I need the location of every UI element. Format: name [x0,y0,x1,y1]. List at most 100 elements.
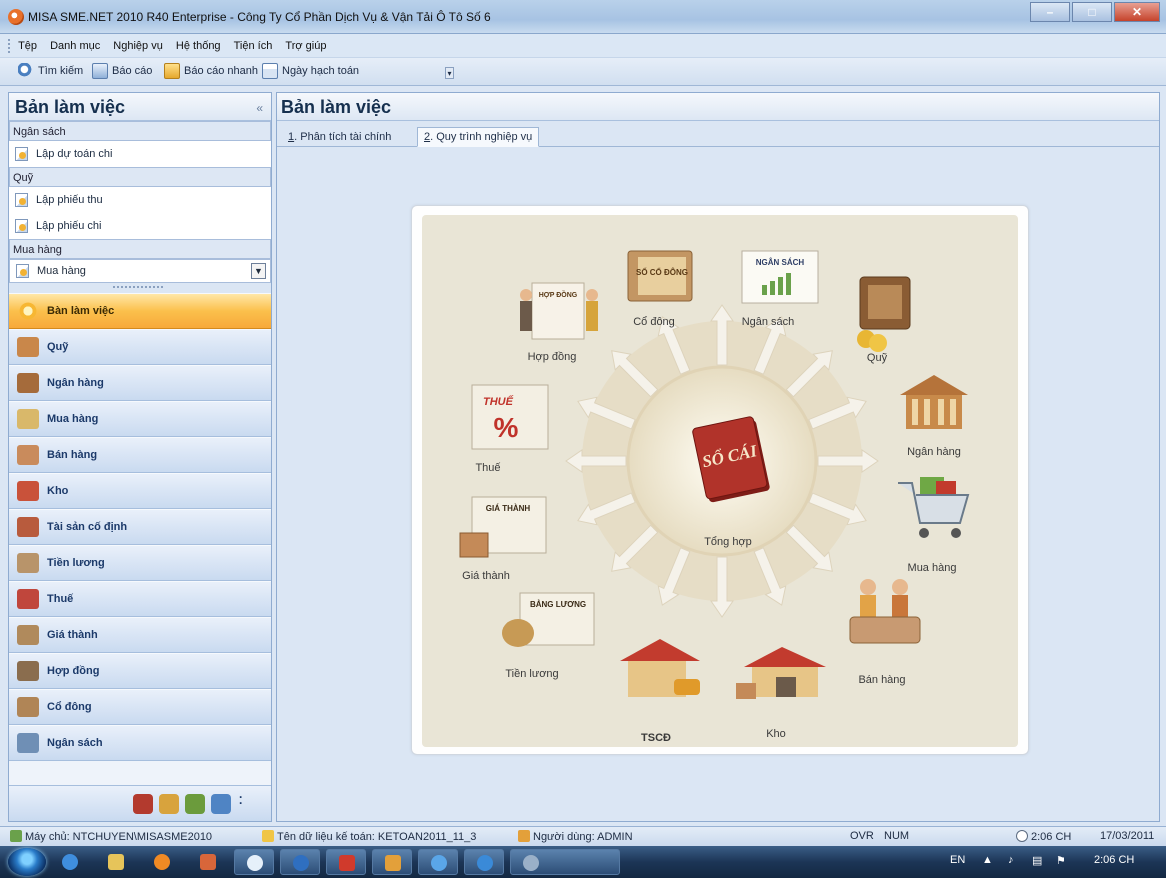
process-diagram-card: SỔ CÁI Tổng hợp SỐ CỔ ĐÔNG Cổ đông NGÂN … [411,205,1029,755]
contract-module-icon[interactable]: HỢP ĐỒNG [520,282,598,340]
start-button[interactable] [8,848,46,876]
module-label-cash: Quỹ [867,352,888,364]
menu-catalog[interactable]: Danh mục [45,34,105,58]
folder-icon [108,854,124,870]
menu-grip[interactable] [8,39,10,54]
taskbar-app-3[interactable] [326,849,366,875]
checklist-icon[interactable] [211,794,231,814]
taskbar-clock[interactable]: 2:06 CH [1094,854,1134,866]
menu-utilities[interactable]: Tiện ích [229,34,278,58]
tax-module-icon[interactable]: THUẾ % [471,384,549,450]
payroll-module-icon[interactable]: BẢNG LƯƠNG [502,592,595,647]
nav-payroll[interactable]: Tiền lương [9,545,271,581]
collapse-panel-icon[interactable]: « [256,101,263,115]
dropdown-arrow-icon[interactable]: ▼ [251,263,266,279]
sun-icon [17,301,39,321]
language-indicator[interactable]: EN [950,854,965,866]
nav-sales[interactable]: Bán hàng [9,437,271,473]
nav-contract[interactable]: Hợp đồng [9,653,271,689]
taskbar-app-6[interactable] [464,849,504,875]
bank-module-icon[interactable] [900,375,968,429]
menu-file[interactable]: Tệp [13,34,42,58]
taskbar: EN ▲ ♪ ▤ ⚑ 2:06 CH [0,846,1166,878]
quick-report-icon [164,63,180,79]
sales-icon [17,445,39,465]
search-icon [18,63,34,79]
menu-help[interactable]: Trợ giúp [280,34,331,58]
taskbar-ie[interactable] [50,849,90,875]
nav-purchase[interactable]: Mua hàng [9,401,271,437]
safe-module-icon[interactable] [857,276,911,352]
nav-desk[interactable]: Bàn làm việc [9,293,271,329]
network-icon[interactable]: ▤ [1032,854,1042,867]
nav-shareholders[interactable]: Cổ đông [9,689,271,725]
app-icon[interactable] [8,9,24,25]
fixed-assets-icon [17,517,39,537]
chart-icon[interactable] [185,794,205,814]
nav-fixed-assets[interactable]: Tài sản cố định [9,509,271,545]
module-label-payroll: Tiền lương [505,668,558,680]
menu-system[interactable]: Hệ thống [171,34,226,58]
report-tool-button[interactable]: Báo cáo [92,63,152,79]
workspace-tabs: 1. Phân tích tài chính 2. Quy trình nghi… [277,123,1159,147]
taskbar-app-1[interactable] [234,849,274,875]
document-icon [15,193,28,207]
maximize-button[interactable]: □ [1072,2,1112,22]
taskbar-misa[interactable] [188,849,228,875]
toolbar-options-icon[interactable]: ▾ [445,67,454,79]
taskbar-media-player[interactable] [142,849,182,875]
chrome-icon [431,855,447,871]
taskbar-app-2[interactable] [280,849,320,875]
taskbar-app-5[interactable] [418,849,458,875]
menu-operations[interactable]: Nghiệp vụ [108,34,168,58]
tray-arrow-icon[interactable]: ▲ [982,854,993,866]
status-date: 17/03/2011 [1100,830,1155,842]
warehouse-module-icon[interactable] [736,647,826,699]
people-icon[interactable] [159,794,179,814]
taskbar-app-4[interactable] [372,849,412,875]
minimize-button[interactable]: – [1030,2,1070,22]
nav-bank[interactable]: Ngân hàng [9,365,271,401]
svg-text:THUẾ: THUẾ [483,395,514,408]
shareholders-module-icon[interactable]: SỐ CỔ ĐÔNG [627,250,693,302]
tab-business-process[interactable]: 2. Quy trình nghiệp vụ [417,127,540,147]
taskbar-app-7[interactable] [510,849,620,875]
tab-financial-analysis[interactable]: 1. Phân tích tài chính [281,127,398,147]
module-label-sales: Bán hàng [858,674,905,686]
posting-date-tool-button[interactable]: Ngày hạch toán [262,63,359,79]
costing-module-icon[interactable]: GIÁ THÀNH [459,496,547,558]
payroll-icon [17,553,39,573]
nav-tax[interactable]: Thuế [9,581,271,617]
nav-budget[interactable]: Ngân sách [9,725,271,761]
close-button[interactable]: ✕ [1114,2,1160,22]
nav-cash[interactable]: Quỹ [9,329,271,365]
document-icon [15,219,28,233]
quick-report-tool-button[interactable]: Báo cáo nhanh [164,63,258,79]
title-bar: MISA SME.NET 2010 R40 Enterprise - Công … [0,0,1166,34]
panel-splitter[interactable] [9,283,271,293]
svg-text:%: % [494,412,519,443]
search-tool-button[interactable]: Tìm kiếm [18,63,83,79]
module-label-costing: Giá thành [462,570,510,582]
purchase-combo[interactable]: Mua hàng ▼ [9,259,271,283]
module-label-warehouse: Kho [766,728,786,740]
nav-costing[interactable]: Giá thành [9,617,271,653]
shopping-cart-module-icon[interactable] [898,477,970,538]
task-estimate-expense[interactable]: Lập dự toán chi [9,141,271,167]
more-options-icon[interactable]: · · [239,791,247,814]
server-icon [10,830,22,842]
budget-module-icon[interactable]: NGÂN SÁCH [741,250,819,304]
user-icon [518,830,530,842]
workspace-title: Bản làm việc [281,97,392,117]
flag-icon[interactable]: ⚑ [1056,854,1066,867]
fixed-assets-module-icon[interactable] [620,639,700,697]
taskbar-explorer[interactable] [96,849,136,875]
contract-icon [17,661,39,681]
task-receipt-voucher[interactable]: Lập phiếu thu [9,187,271,213]
sales-module-icon[interactable] [849,579,921,644]
task-payment-voucher[interactable]: Lập phiếu chi [9,213,271,239]
volume-icon[interactable]: ♪ [1008,854,1014,866]
left-panel-header: Bản làm việc « [9,93,271,121]
nav-warehouse[interactable]: Kho [9,473,271,509]
book-icon[interactable] [133,794,153,814]
